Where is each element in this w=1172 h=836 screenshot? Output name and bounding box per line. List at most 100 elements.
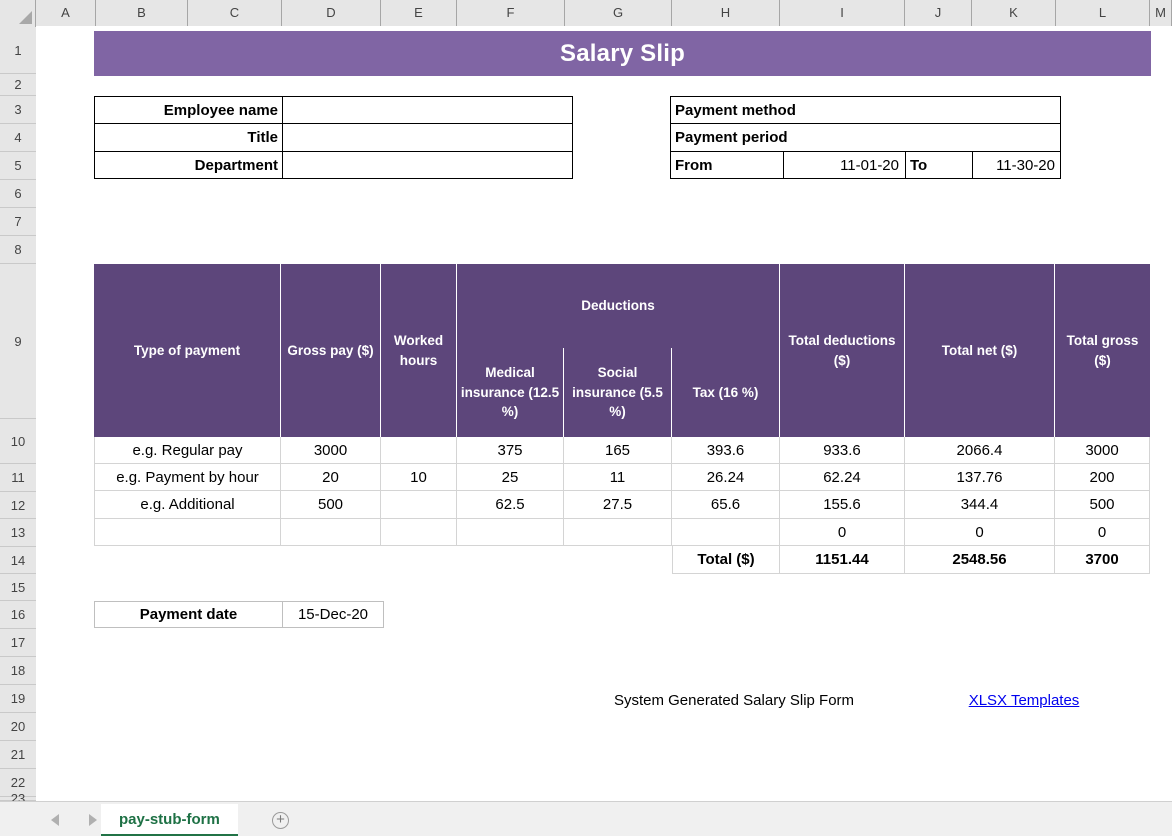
cell-worked-hours-row3[interactable]: [381, 491, 457, 519]
row-header-16[interactable]: 16: [0, 601, 36, 629]
row-header-4[interactable]: 4: [0, 124, 36, 152]
cell-total-total-deductions[interactable]: 1151.44: [780, 546, 905, 574]
row-header-21[interactable]: 21: [0, 741, 36, 769]
cell-worked-hours-row4[interactable]: [381, 519, 457, 546]
cell-total-net-row2[interactable]: 137.76: [905, 464, 1055, 491]
cell-type-row4[interactable]: [94, 519, 281, 546]
payment-period-label: Payment period: [671, 124, 921, 151]
spreadsheet-window: ABCDEFGHIJKLM 1 2 3 4 5 6 7 8 9 10 11 12 13 14 15 16 17 1…: [0, 0, 1172, 836]
row-header-8[interactable]: 8: [0, 236, 36, 264]
select-all-triangle-icon: [19, 11, 32, 24]
employee-name-label: Employee name: [95, 97, 282, 123]
cell-total-gross-row3[interactable]: 500: [1055, 491, 1150, 519]
period-from-value[interactable]: 11-01-20: [784, 152, 904, 178]
cell-tax-row2[interactable]: 26.24: [672, 464, 780, 491]
column-header-m[interactable]: M: [1150, 0, 1172, 26]
cell-medical-row1[interactable]: 375: [457, 437, 564, 464]
row-header-19[interactable]: 19: [0, 685, 36, 713]
period-to-label: To: [906, 152, 971, 178]
column-header-l[interactable]: L: [1056, 0, 1150, 26]
row-header-14[interactable]: 14: [0, 547, 36, 574]
cell-gross-pay-row2[interactable]: 20: [281, 464, 381, 491]
cell-gross-pay-row4[interactable]: [281, 519, 381, 546]
cell-worked-hours-row2[interactable]: 10: [381, 464, 457, 491]
cell-social-row1[interactable]: 165: [564, 437, 672, 464]
column-header-d[interactable]: D: [282, 0, 381, 26]
cell-total-gross-row1[interactable]: 3000: [1055, 437, 1150, 464]
cell-tax-row1[interactable]: 393.6: [672, 437, 780, 464]
cell-social-row2[interactable]: 11: [564, 464, 672, 491]
cell-total-label[interactable]: Total ($): [672, 546, 780, 574]
row-header-7[interactable]: 7: [0, 208, 36, 236]
xlsx-templates-link[interactable]: XLSX Templates: [954, 687, 1094, 714]
cell-gross-pay-row1[interactable]: 3000: [281, 437, 381, 464]
cell-total-net-row1[interactable]: 2066.4: [905, 437, 1055, 464]
cell-social-row3[interactable]: 27.5: [564, 491, 672, 519]
row-header-15[interactable]: 15: [0, 574, 36, 601]
cell-total-gross-row2[interactable]: 200: [1055, 464, 1150, 491]
select-all-corner[interactable]: [0, 0, 36, 26]
period-to-value[interactable]: 11-30-20: [973, 152, 1060, 178]
column-header-g[interactable]: G: [565, 0, 672, 26]
cell-type-row2[interactable]: e.g. Payment by hour: [94, 464, 281, 491]
column-header-f[interactable]: F: [457, 0, 565, 26]
payment-date-value[interactable]: 15-Dec-20: [283, 602, 383, 627]
column-header-b[interactable]: B: [96, 0, 188, 26]
column-header-j[interactable]: J: [905, 0, 972, 26]
cell-total-total-gross[interactable]: 3700: [1055, 546, 1150, 574]
payment-date-label: Payment date: [139, 606, 238, 623]
cell-gross-pay-row3[interactable]: 500: [281, 491, 381, 519]
cell-total-deductions-row3[interactable]: 155.6: [780, 491, 905, 519]
salary-slip-title-banner: Salary Slip: [94, 31, 1151, 76]
payment-method-label: Payment method: [671, 97, 921, 123]
cell-medical-row2[interactable]: 25: [457, 464, 564, 491]
column-header-h[interactable]: H: [672, 0, 780, 26]
cell-medical-row4[interactable]: [457, 519, 564, 546]
triangle-left-icon[interactable]: [51, 813, 59, 826]
row-header-20[interactable]: 20: [0, 713, 36, 741]
row-header-17[interactable]: 17: [0, 629, 36, 657]
column-header-i[interactable]: I: [780, 0, 905, 26]
column-header-a[interactable]: A: [36, 0, 96, 26]
cell-total-net-row3[interactable]: 344.4: [905, 491, 1055, 519]
cell-social-row4[interactable]: [564, 519, 672, 546]
column-header-c[interactable]: C: [188, 0, 282, 26]
cell-total-deductions-row1[interactable]: 933.6: [780, 437, 905, 464]
cell-total-gross-row4[interactable]: 0: [1055, 519, 1150, 546]
cell-total-deductions-row2[interactable]: 62.24: [780, 464, 905, 491]
row-header-12[interactable]: 12: [0, 492, 36, 519]
cell-tax-row3[interactable]: 65.6: [672, 491, 780, 519]
row-header-9[interactable]: 9: [0, 264, 36, 419]
sheet-tab-pay-stub-form[interactable]: pay-stub-form: [101, 804, 238, 836]
row-header-2[interactable]: 2: [0, 74, 36, 96]
cell-worked-hours-row1[interactable]: [381, 437, 457, 464]
triangle-right-icon[interactable]: [89, 813, 97, 826]
title-label: Title: [95, 124, 282, 151]
row-header-5[interactable]: 5: [0, 152, 36, 180]
cell-total-net-row4[interactable]: 0: [905, 519, 1055, 546]
row-header-13[interactable]: 13: [0, 519, 36, 547]
cell-total-total-net[interactable]: 2548.56: [905, 546, 1055, 574]
department-value[interactable]: [283, 152, 572, 178]
th-social-insurance: Social insurance (5.5 %): [564, 348, 672, 437]
cell-medical-row3[interactable]: 62.5: [457, 491, 564, 519]
footer-note: System Generated Salary Slip Form: [613, 692, 855, 709]
row-header-3[interactable]: 3: [0, 96, 36, 124]
employee-name-value[interactable]: [283, 97, 572, 123]
column-header-e[interactable]: E: [381, 0, 457, 26]
row-header-1[interactable]: 1: [0, 27, 36, 74]
plus-circle-icon[interactable]: +: [272, 812, 289, 829]
sheet-canvas[interactable]: Salary Slip Employee name Title Departme…: [37, 27, 1172, 801]
row-header-11[interactable]: 11: [0, 464, 36, 492]
row-header-6[interactable]: 6: [0, 180, 36, 208]
row-header-18[interactable]: 18: [0, 657, 36, 685]
th-worked-hours: Worked hours: [381, 264, 457, 437]
title-value[interactable]: [283, 124, 572, 151]
row-header-10[interactable]: 10: [0, 419, 36, 464]
column-header-k[interactable]: K: [972, 0, 1056, 26]
cell-total-deductions-row4[interactable]: 0: [780, 519, 905, 546]
cell-tax-row4[interactable]: [672, 519, 780, 546]
page-title: Salary Slip: [560, 39, 685, 67]
cell-type-row3[interactable]: e.g. Additional: [94, 491, 281, 519]
cell-type-row1[interactable]: e.g. Regular pay: [94, 437, 281, 464]
